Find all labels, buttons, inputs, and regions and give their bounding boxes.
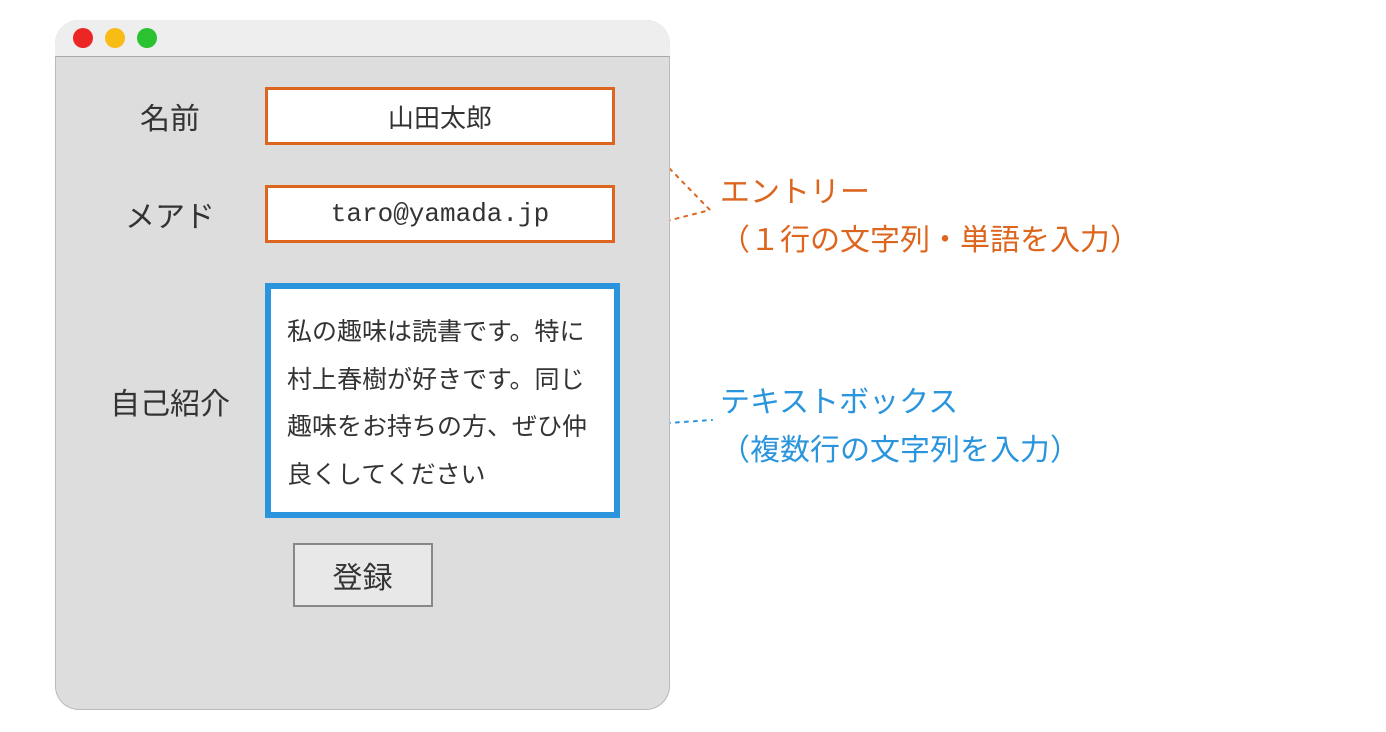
- titlebar: [55, 20, 670, 57]
- name-input[interactable]: 山田太郎: [265, 87, 615, 145]
- annotation-entry: エントリー （１行の文字列・単語を入力）: [720, 165, 1140, 261]
- close-icon[interactable]: [73, 28, 93, 48]
- annotation-entry-title: エントリー: [720, 167, 870, 211]
- annotation-textbox: テキストボックス （複数行の文字列を入力）: [720, 375, 1080, 471]
- email-label: メアド: [75, 192, 265, 236]
- bio-textarea[interactable]: 私の趣味は読書です。特に村上春樹が好きです。同じ趣味をお持ちの方、ぜひ仲良くして…: [265, 283, 620, 518]
- submit-row: 登録: [75, 543, 650, 607]
- submit-button[interactable]: 登録: [293, 543, 433, 607]
- minimize-icon[interactable]: [105, 28, 125, 48]
- annotation-textbox-desc: （複数行の文字列を入力）: [720, 425, 1080, 469]
- email-row: メアド taro@yamada.jp: [75, 185, 650, 243]
- app-window: 名前 山田太郎 メアド taro@yamada.jp 自己紹介 私の趣味は読書で…: [55, 20, 670, 710]
- bio-label: 自己紹介: [75, 379, 265, 423]
- name-row: 名前 山田太郎: [75, 87, 650, 145]
- name-label: 名前: [75, 94, 265, 138]
- annotation-textbox-title: テキストボックス: [720, 377, 958, 421]
- email-input[interactable]: taro@yamada.jp: [265, 185, 615, 243]
- annotation-entry-desc: （１行の文字列・単語を入力）: [720, 215, 1140, 259]
- bio-row: 自己紹介 私の趣味は読書です。特に村上春樹が好きです。同じ趣味をお持ちの方、ぜひ…: [75, 283, 650, 518]
- form-body: 名前 山田太郎 メアド taro@yamada.jp 自己紹介 私の趣味は読書で…: [55, 57, 670, 607]
- zoom-icon[interactable]: [137, 28, 157, 48]
